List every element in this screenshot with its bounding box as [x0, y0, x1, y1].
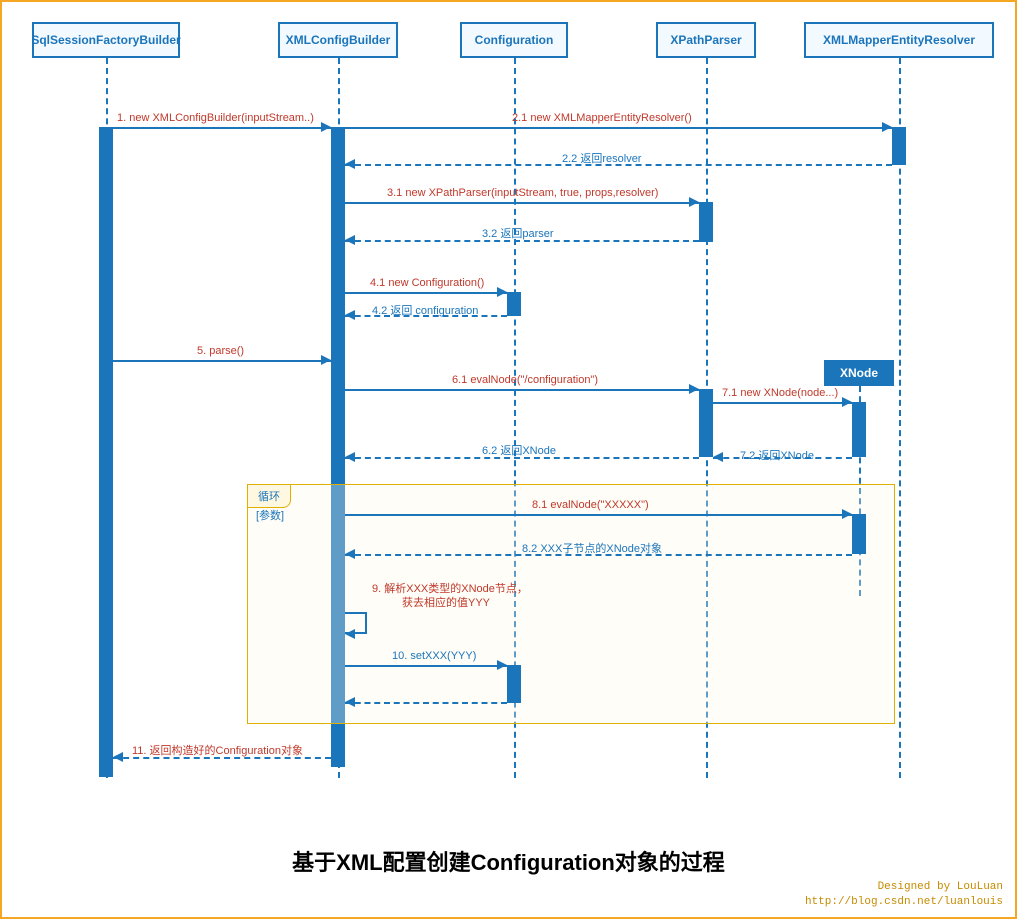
message-arrow	[345, 665, 507, 667]
msg-label: 2.1 new XMLMapperEntityResolver()	[512, 112, 692, 124]
message-arrow	[345, 127, 892, 129]
lifeline	[899, 58, 901, 778]
arrowhead-icon	[497, 660, 507, 670]
message-arrow	[345, 202, 699, 204]
activation	[699, 389, 713, 457]
msg-label: 3.2 返回parser	[482, 225, 554, 241]
return-arrow	[345, 702, 507, 704]
message-arrow	[345, 292, 507, 294]
participant-configuration: Configuration	[460, 22, 568, 58]
loop-condition: [参数]	[256, 507, 284, 523]
arrowhead-icon	[842, 397, 852, 407]
arrowhead-icon	[882, 122, 892, 132]
activation	[99, 127, 113, 777]
return-arrow	[345, 240, 699, 242]
msg-label: 6.2 返回XNode	[482, 442, 556, 458]
participant-xpathparser: XPathParser	[656, 22, 756, 58]
participant-xmlconfigbuilder: XMLConfigBuilder	[278, 22, 398, 58]
msg-label: 3.1 new XPathParser(inputStream, true, p…	[387, 187, 658, 199]
return-arrow	[713, 457, 852, 459]
message-arrow	[713, 402, 852, 404]
msg-label: 7.1 new XNode(node...)	[722, 387, 838, 399]
return-arrow	[113, 757, 331, 759]
arrowhead-icon	[842, 509, 852, 519]
arrowhead-icon	[345, 697, 355, 707]
arrowhead-icon	[113, 752, 123, 762]
activation	[699, 202, 713, 242]
msg-label: 获去相应的值YYY	[402, 594, 490, 610]
msg-label: 7.2 返回XNode	[740, 447, 814, 463]
credits-url: http://blog.csdn.net/luanlouis	[805, 895, 1003, 909]
return-arrow	[345, 554, 852, 556]
msg-label: 4.1 new Configuration()	[370, 277, 484, 289]
msg-label: 5. parse()	[197, 345, 244, 357]
arrowhead-icon	[497, 287, 507, 297]
arrowhead-icon	[345, 452, 355, 462]
message-arrow	[113, 360, 331, 362]
arrowhead-icon	[689, 384, 699, 394]
message-arrow	[113, 127, 331, 129]
arrowhead-icon	[345, 235, 355, 245]
participant-xmlmapperentityresolver: XMLMapperEntityResolver	[804, 22, 994, 58]
arrowhead-icon	[713, 452, 723, 462]
activation	[507, 292, 521, 316]
activation	[507, 665, 521, 703]
arrowhead-icon	[345, 549, 355, 559]
message-arrow	[345, 514, 852, 516]
arrowhead-icon	[345, 159, 355, 169]
loop-tag: 循环	[247, 484, 291, 508]
loop-fragment: 循环 [参数]	[247, 484, 895, 724]
activation	[852, 402, 866, 457]
message-arrow	[345, 389, 699, 391]
arrowhead-icon	[345, 310, 355, 320]
diagram-title: 基于XML配置创建Configuration对象的过程	[2, 845, 1015, 877]
msg-label: 11. 返回构造好的Configuration对象	[132, 742, 303, 758]
created-object-xnode: XNode	[824, 360, 894, 386]
arrowhead-icon	[321, 355, 331, 365]
arrowhead-icon	[345, 629, 355, 639]
participant-sqlsessionfactorybuilder: SqlSessionFactoryBuilder	[32, 22, 180, 58]
arrowhead-icon	[321, 122, 331, 132]
msg-label: 6.1 evalNode("/configuration")	[452, 374, 598, 386]
msg-label: 1. new XMLConfigBuilder(inputStream..)	[117, 112, 314, 124]
activation	[852, 514, 866, 554]
activation	[892, 127, 906, 165]
return-arrow	[345, 164, 892, 166]
msg-label: 10. setXXX(YYY)	[392, 650, 476, 662]
arrowhead-icon	[689, 197, 699, 207]
credits-author: Designed by LouLuan	[805, 880, 1003, 894]
return-arrow	[345, 457, 699, 459]
msg-label: 8.1 evalNode("XXXXX")	[532, 499, 649, 511]
sequence-diagram: SqlSessionFactoryBuilder XMLConfigBuilde…	[0, 0, 1017, 919]
credits: Designed by LouLuan http://blog.csdn.net…	[805, 880, 1003, 909]
return-arrow	[345, 315, 507, 317]
